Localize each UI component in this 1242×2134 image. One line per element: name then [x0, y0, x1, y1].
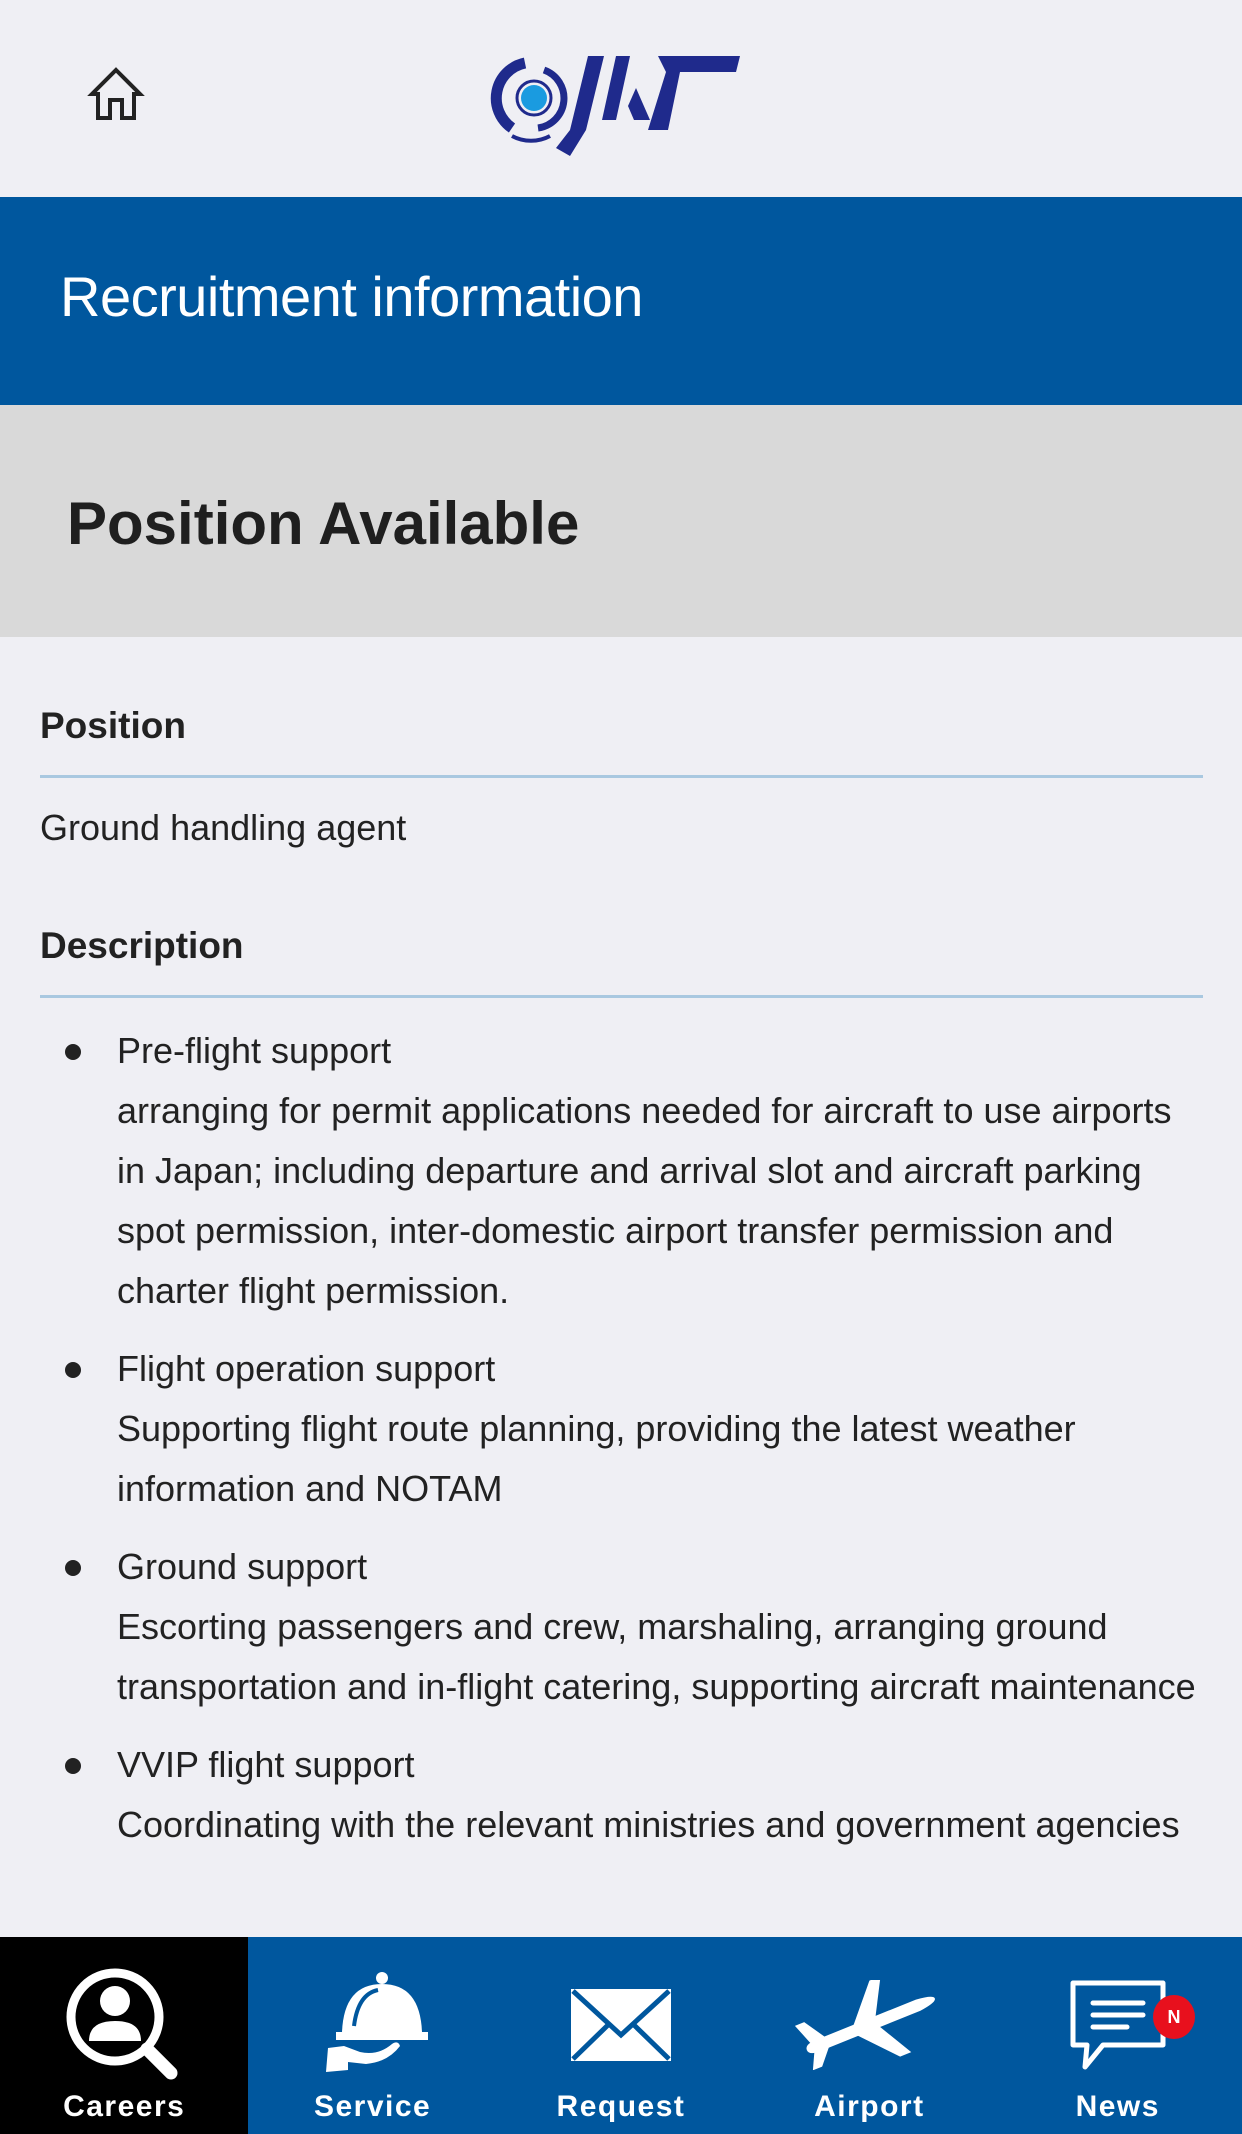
tab-airport[interactable]: Airport [745, 1937, 993, 2134]
envelope-icon [570, 1989, 671, 2061]
divider [40, 995, 1203, 998]
bullet-icon [65, 1044, 81, 1060]
tab-request[interactable]: Request [497, 1937, 745, 2134]
description-list: Pre-flight support arranging for permit … [0, 1021, 1242, 1873]
home-button[interactable] [82, 60, 150, 128]
page-title: Recruitment information [60, 265, 643, 328]
list-item: Ground support Escorting passengers and … [0, 1537, 1242, 1717]
position-label: Position [40, 705, 186, 746]
list-item-title: Flight operation support [117, 1348, 496, 1389]
list-item-text: Coordinating with the relevant ministrie… [117, 1804, 1180, 1845]
airplane-icon [795, 1980, 936, 2070]
bottom-tab-bar: Careers Service Request Airport News [0, 1937, 1242, 2134]
tab-label: Careers [63, 2090, 186, 2123]
service-cloche-icon [325, 1972, 428, 2072]
divider [40, 775, 1203, 778]
bullet-icon [65, 1362, 81, 1378]
jas-logo [490, 56, 740, 156]
description-label: Description [40, 925, 244, 966]
tab-label: News [1075, 2090, 1160, 2123]
tab-service[interactable]: Service [248, 1937, 496, 2134]
list-item-text: arranging for permit applications needed… [117, 1090, 1172, 1311]
list-item-title: VVIP flight support [117, 1744, 415, 1785]
tab-label: Service [313, 2090, 432, 2123]
title-bar: Recruitment information [0, 197, 1242, 405]
tab-careers[interactable]: Careers [0, 1937, 249, 2134]
list-item-title: Ground support [117, 1546, 368, 1587]
home-icon [87, 67, 145, 120]
bullet-icon [65, 1560, 81, 1576]
section-header: Position Available [0, 405, 1242, 637]
position-value: Ground handling agent [40, 807, 407, 848]
bullet-icon [65, 1758, 81, 1774]
list-item-text: Escorting passengers and crew, marshalin… [117, 1606, 1196, 1707]
section-title: Position Available [67, 490, 580, 557]
tab-news[interactable]: News [994, 1937, 1242, 2134]
list-item: VVIP flight support Coordinating with th… [0, 1735, 1242, 1855]
list-item: Flight operation support Supporting flig… [0, 1339, 1242, 1519]
list-item-text: Supporting flight route planning, provid… [117, 1408, 1076, 1509]
tab-label: Request [556, 2090, 686, 2123]
list-item: Pre-flight support arranging for permit … [0, 1021, 1242, 1321]
app-screen: Recruitment information Position Availab… [0, 0, 1242, 2134]
list-item-title: Pre-flight support [117, 1030, 392, 1071]
job-details: Position Ground handling agent Descripti… [0, 637, 1242, 1937]
top-header [0, 0, 1242, 197]
news-notification-badge: N [1153, 1995, 1195, 2039]
tab-label: Airport [814, 2090, 925, 2123]
careers-search-person-icon [66, 1968, 178, 2080]
